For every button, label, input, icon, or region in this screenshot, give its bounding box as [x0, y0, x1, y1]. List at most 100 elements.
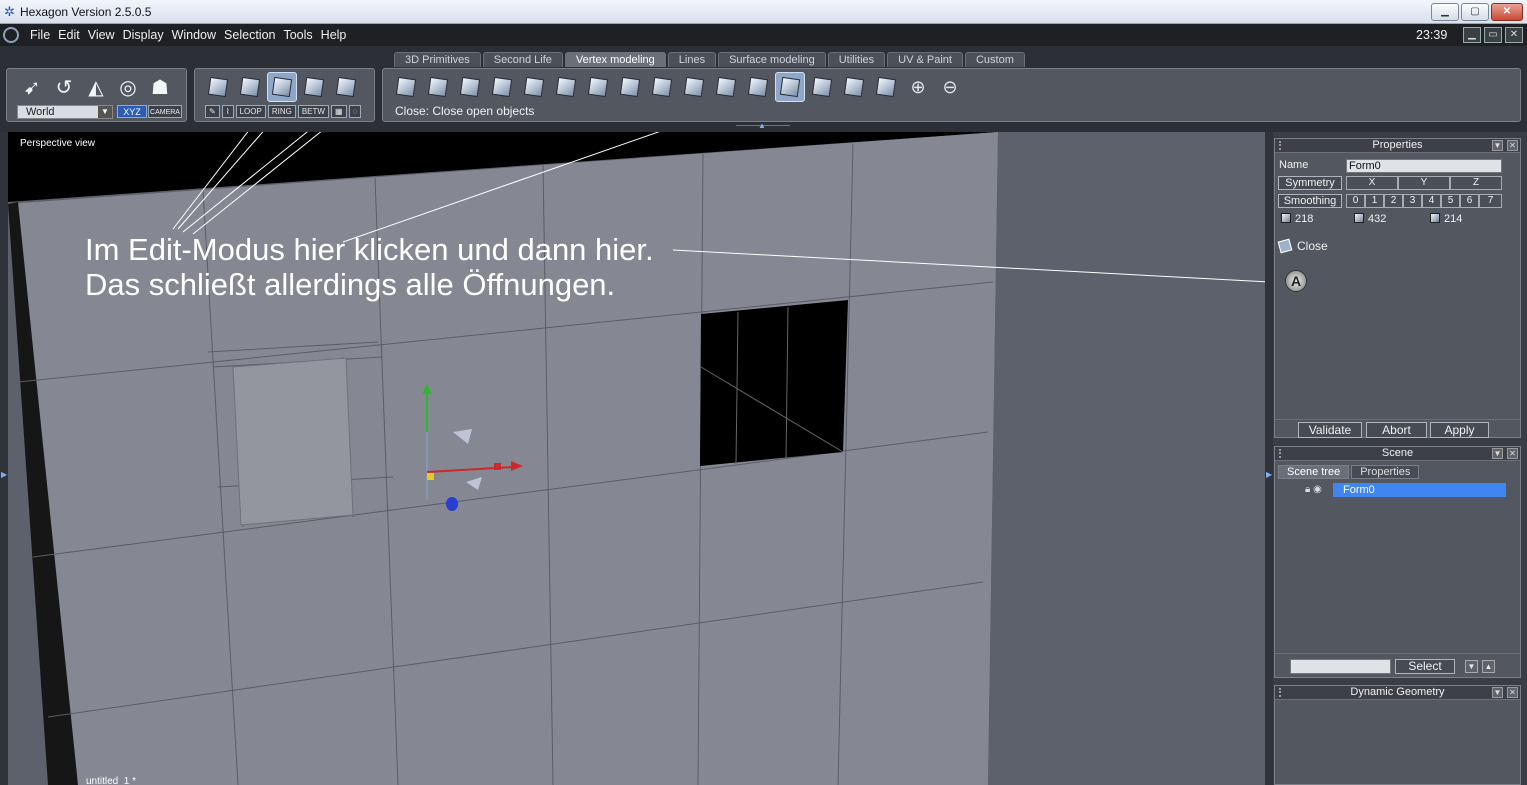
menu-view[interactable]: View — [84, 28, 119, 42]
select-filter-input[interactable] — [1290, 659, 1391, 674]
tool-fill-icon[interactable] — [807, 72, 837, 102]
coordinate-space-select[interactable]: World ▼ — [17, 105, 113, 119]
select-edges-icon[interactable] — [235, 72, 265, 102]
between-button[interactable]: BETW — [297, 105, 329, 118]
camera-toggle[interactable]: CAMERA — [148, 105, 182, 118]
rotate-icon[interactable]: ↺ — [49, 72, 79, 102]
tab-utilities[interactable]: Utilities — [827, 52, 886, 67]
panel-close-icon[interactable]: ✕ — [1507, 140, 1518, 151]
smoothing-6[interactable]: 6 — [1460, 194, 1479, 208]
doc-close-button[interactable]: ✕ — [1505, 27, 1523, 43]
panel-close-icon[interactable]: ✕ — [1507, 687, 1518, 698]
panel-close-icon[interactable]: ✕ — [1507, 448, 1518, 459]
select-arrow-icon[interactable]: ➹ — [17, 72, 47, 102]
tool-dissolve-icon[interactable] — [839, 72, 869, 102]
menu-help[interactable]: Help — [317, 28, 351, 42]
tool-add-point-icon[interactable]: ⊕ — [903, 72, 933, 102]
panel-collapse-icon[interactable]: ▼ — [1492, 140, 1503, 151]
menu-display[interactable]: Display — [119, 28, 168, 42]
tab-3d-primitives[interactable]: 3D Primitives — [394, 52, 481, 67]
tool-surface-icon[interactable] — [391, 72, 421, 102]
select-button[interactable]: Select — [1395, 659, 1455, 674]
panel-collapse-icon[interactable]: ▼ — [1492, 448, 1503, 459]
maximize-button[interactable]: ▢ — [1461, 3, 1489, 21]
minimize-button[interactable]: ▁ — [1431, 3, 1459, 21]
apply-button[interactable]: Apply — [1430, 422, 1489, 438]
left-dock-strip[interactable]: ▶ — [0, 132, 8, 785]
menu-selection[interactable]: Selection — [220, 28, 279, 42]
close-button[interactable]: ✕ — [1491, 3, 1523, 21]
select-faces-icon[interactable] — [267, 72, 297, 102]
chevron-down-icon[interactable]: ▼ — [1465, 660, 1478, 673]
select-objects-icon[interactable] — [299, 72, 329, 102]
right-dock-strip[interactable]: ▶ — [1265, 132, 1273, 785]
tab-lines[interactable]: Lines — [667, 52, 717, 67]
menu-window[interactable]: Window — [168, 28, 220, 42]
lasso-select-icon[interactable]: ⌇ — [221, 105, 234, 118]
smoothing-7[interactable]: 7 — [1479, 194, 1502, 208]
grip-icon[interactable] — [1279, 688, 1285, 697]
perspective-viewport[interactable]: Perspective view Im Edit-Modus hier klic… — [8, 132, 1265, 785]
ghost-icon[interactable]: ☗ — [145, 72, 175, 102]
smoothing-1[interactable]: 1 — [1365, 194, 1384, 208]
validate-button[interactable]: Validate — [1298, 422, 1362, 438]
tool-connect-icon[interactable] — [743, 72, 773, 102]
paint-select-icon[interactable]: ✎ — [205, 105, 220, 118]
tool-cube-icon[interactable] — [423, 72, 453, 102]
document-name: untitled_1 * — [86, 776, 137, 785]
tab-second-life[interactable]: Second Life — [482, 52, 563, 67]
select-auto-icon[interactable] — [331, 72, 361, 102]
tool-close-icon[interactable] — [775, 72, 805, 102]
menu-tools[interactable]: Tools — [279, 28, 316, 42]
doc-minimize-button[interactable]: ▁ — [1463, 27, 1481, 43]
grid-select-icon[interactable]: ▦ — [330, 105, 347, 118]
smoothing-0[interactable]: 0 — [1346, 194, 1365, 208]
tool-split-icon[interactable] — [871, 72, 901, 102]
smoothing-3[interactable]: 3 — [1403, 194, 1422, 208]
tab-scene-properties[interactable]: Properties — [1351, 465, 1420, 479]
tab-scene-tree[interactable]: Scene tree — [1278, 465, 1350, 479]
tool-cut-icon[interactable] — [711, 72, 741, 102]
xyz-toggle[interactable]: XYZ — [117, 105, 147, 118]
smoothing-button[interactable]: Smoothing — [1278, 194, 1342, 208]
name-field[interactable]: Form0 — [1346, 159, 1502, 173]
ring-button[interactable]: RING — [267, 105, 296, 118]
panel-collapse-icon[interactable]: ▼ — [1492, 687, 1503, 698]
tool-sheet-icon[interactable] — [519, 72, 549, 102]
selection-mode-group: ✎ ⌇ LOOP RING BETW ▦ ◌ — [194, 68, 375, 122]
symmetry-x[interactable]: X — [1346, 176, 1398, 190]
tool-slice-icon[interactable] — [679, 72, 709, 102]
smoothing-5[interactable]: 5 — [1441, 194, 1460, 208]
smoothing-2[interactable]: 2 — [1384, 194, 1403, 208]
universal-manipulator-icon[interactable]: ◎ — [113, 72, 143, 102]
tab-vertex-modeling[interactable]: Vertex modeling — [564, 52, 666, 67]
tool-weld-icon[interactable] — [615, 72, 645, 102]
tool-curve-icon[interactable] — [583, 72, 613, 102]
doc-restore-button[interactable]: ▭ — [1484, 27, 1502, 43]
tree-item-icons[interactable]: 🔒︎ ◉ — [1305, 484, 1322, 495]
menu-file[interactable]: File — [26, 28, 54, 42]
select-points-icon[interactable] — [203, 72, 233, 102]
chevron-up-icon[interactable]: ▲ — [1482, 660, 1495, 673]
loop-button[interactable]: LOOP — [235, 105, 266, 118]
grip-icon[interactable] — [1279, 449, 1285, 458]
tool-remove-point-icon[interactable]: ⊖ — [935, 72, 965, 102]
tab-uv-paint[interactable]: UV & Paint — [887, 52, 963, 67]
scene-tree-item[interactable]: Form0 — [1333, 483, 1506, 497]
tool-bridge-icon[interactable] — [551, 72, 581, 102]
tab-surface-modeling[interactable]: Surface modeling — [718, 52, 826, 67]
symmetry-button[interactable]: Symmetry — [1278, 176, 1342, 190]
smoothing-4[interactable]: 4 — [1422, 194, 1441, 208]
tool-bevel-icon[interactable] — [455, 72, 485, 102]
scale-icon[interactable]: ◭ — [81, 72, 111, 102]
grip-icon[interactable] — [1279, 141, 1285, 150]
auto-apply-icon[interactable]: A — [1285, 270, 1307, 292]
tool-extrude-icon[interactable] — [487, 72, 517, 102]
symmetry-y[interactable]: Y — [1398, 176, 1450, 190]
symmetry-z[interactable]: Z — [1450, 176, 1502, 190]
menu-edit[interactable]: Edit — [54, 28, 84, 42]
tool-tesselate-icon[interactable] — [647, 72, 677, 102]
tab-custom[interactable]: Custom — [964, 52, 1025, 67]
abort-button[interactable]: Abort — [1366, 422, 1427, 438]
circle-select-icon[interactable]: ◌ — [348, 105, 362, 118]
